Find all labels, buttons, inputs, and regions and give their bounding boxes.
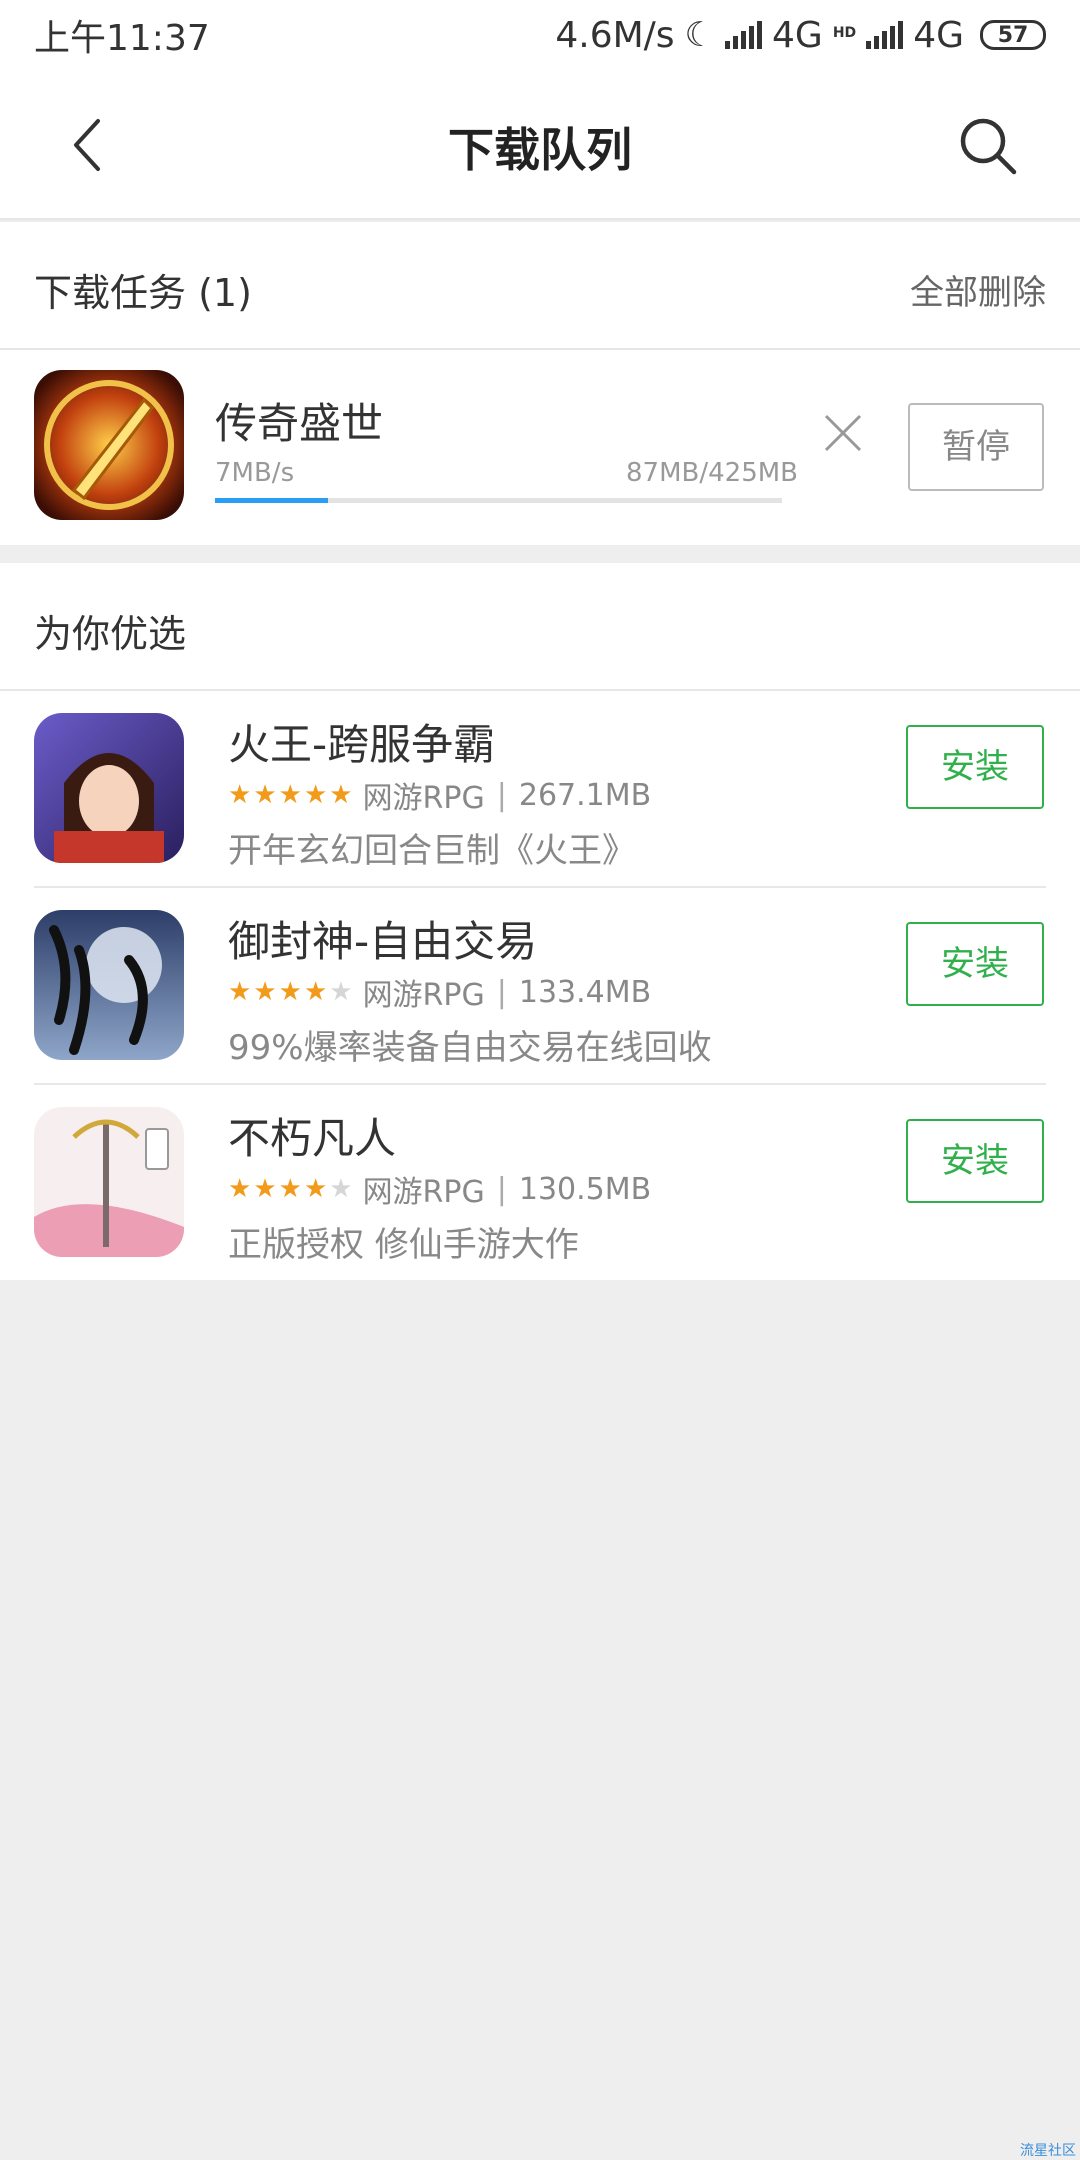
battery-icon: 57 (980, 20, 1046, 50)
meta-separator: | (496, 777, 507, 813)
network-label-2: 4G (913, 14, 964, 56)
app-desc: 正版授权 修仙手游大作 (228, 1225, 579, 1265)
app-size: 133.4MB (518, 974, 652, 1010)
download-size: 87MB/425MB (626, 458, 799, 488)
star-filled-icon: ★ (228, 977, 252, 1007)
app-size: 130.5MB (518, 1171, 652, 1207)
app-icon-huowang (34, 713, 184, 863)
meta-separator: | (496, 974, 507, 1010)
status-time: 上午11:37 (34, 18, 210, 59)
hd-badge: HD (832, 24, 857, 41)
star-filled-icon: ★ (278, 1174, 302, 1204)
net-speed: 4.6M/s (555, 14, 675, 56)
app-name: 不朽凡人 (228, 1114, 397, 1163)
watermark: 流星社区 (1020, 2143, 1076, 2159)
star-filled-icon: ★ (303, 1174, 328, 1204)
star-filled-icon: ★ (278, 780, 302, 810)
pause-button[interactable]: 暂停 (908, 403, 1044, 491)
app-icon-chuanqi (34, 370, 184, 520)
star-filled-icon: ★ (278, 977, 302, 1007)
signal-icon-2 (866, 21, 904, 49)
download-progress-fill (215, 498, 329, 503)
download-item[interactable]: 传奇盛世 7MB/s 87MB/425MB 暂停 (0, 350, 1080, 545)
list-item[interactable]: 不朽凡人 ★ ★ ★ ★ ★ 网游RPG | 130.5MB 正版授权 修仙手游大作 安… (0, 1085, 1080, 1280)
meta-separator: | (496, 1171, 507, 1207)
download-section-header: 下载任务 (1) 全部删除 (0, 222, 1080, 350)
star-filled-icon: ★ (253, 1174, 277, 1204)
close-icon[interactable] (820, 410, 866, 456)
download-speed: 7MB/s (215, 458, 295, 488)
status-bar: 上午11:37 4.6M/s ☾ 4G HD 4G 57 (0, 0, 1080, 70)
network-label-1: 4G (772, 14, 823, 56)
app-meta: ★ ★ ★ ★ ★ 网游RPG | 267.1MB (228, 773, 651, 817)
star-filled-icon: ★ (303, 780, 328, 810)
status-right: 4.6M/s ☾ 4G HD 4G 57 (555, 15, 1046, 56)
app-icon-buxiu (34, 1107, 184, 1257)
rating-stars: ★ ★ ★ ★ ★ (228, 977, 353, 1007)
delete-all-button[interactable]: 全部删除 (910, 265, 1046, 314)
star-filled-icon: ★ (228, 1174, 252, 1204)
signal-icon (725, 21, 763, 49)
page-title: 下载队列 (448, 123, 632, 177)
download-section-label: 下载任务 (1) (34, 271, 252, 315)
app-meta: ★ ★ ★ ★ ★ 网游RPG | 130.5MB (228, 1167, 651, 1211)
star-filled-icon: ★ (303, 977, 328, 1007)
list-item[interactable]: 御封神-自由交易 ★ ★ ★ ★ ★ 网游RPG | 133.4MB 99%爆率装备自由… (0, 888, 1080, 1085)
app-category: 网游RPG (362, 978, 485, 1013)
app-size: 267.1MB (518, 777, 652, 813)
star-empty-icon: ★ (329, 1174, 353, 1204)
app-header: 下载队列 (0, 70, 1080, 220)
star-filled-icon: ★ (253, 977, 277, 1007)
download-app-name: 传奇盛世 (215, 399, 384, 448)
recommend-section-header: 为你优选 (0, 563, 1080, 691)
install-button[interactable]: 安装 (906, 922, 1044, 1006)
search-icon[interactable] (956, 114, 1020, 178)
app-name: 火王-跨服争霸 (228, 720, 496, 769)
app-desc: 开年玄幻回合巨制《火王》 (228, 831, 636, 871)
recommend-section-label: 为你优选 (34, 612, 187, 656)
star-empty-icon: ★ (329, 977, 353, 1007)
moon-icon: ☾ (684, 15, 716, 55)
list-item[interactable]: 火王-跨服争霸 ★ ★ ★ ★ ★ 网游RPG | 267.1MB 开年玄幻回合巨制《火… (0, 691, 1080, 888)
install-button[interactable]: 安装 (906, 1119, 1044, 1203)
star-filled-icon: ★ (253, 780, 277, 810)
app-desc: 99%爆率装备自由交易在线回收 (228, 1028, 712, 1068)
install-button[interactable]: 安装 (906, 725, 1044, 809)
app-meta: ★ ★ ★ ★ ★ 网游RPG | 133.4MB (228, 970, 651, 1014)
star-filled-icon: ★ (228, 780, 252, 810)
rating-stars: ★ ★ ★ ★ ★ (228, 1174, 353, 1204)
star-filled-icon: ★ (329, 780, 353, 810)
app-icon-yufengshen (34, 910, 184, 1060)
rating-stars: ★ ★ ★ ★ ★ (228, 780, 353, 810)
download-progress-bar (215, 498, 782, 503)
app-category: 网游RPG (362, 781, 485, 816)
app-category: 网游RPG (362, 1175, 485, 1210)
app-name: 御封神-自由交易 (228, 917, 538, 966)
